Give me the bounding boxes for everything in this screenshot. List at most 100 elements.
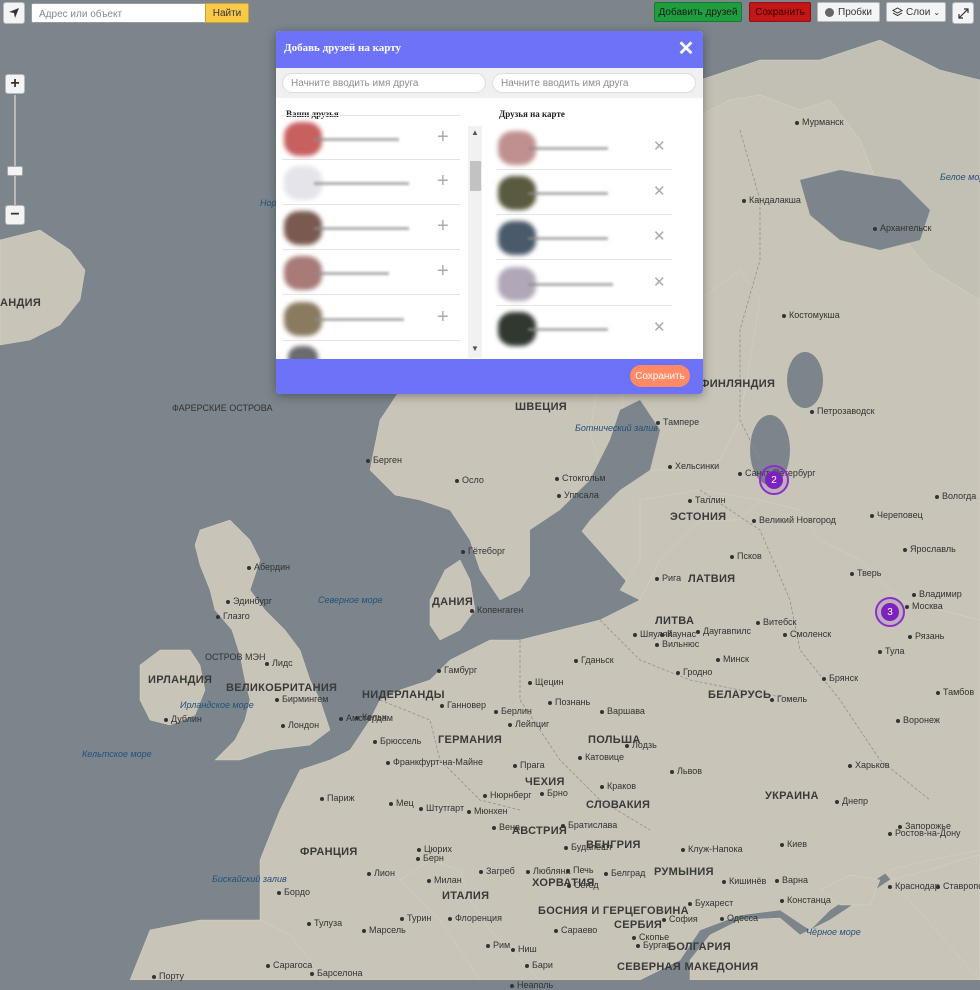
city-label: Франкфурт-на-Майне [386,757,483,767]
city-label: Лодзь [625,740,657,750]
city-label: Киев [780,839,807,849]
city-label: Уппсала [557,490,599,500]
city-label: Шяуляй [633,629,673,639]
city-label: Вена [492,822,520,832]
save-friends-button[interactable]: Сохранить [630,365,690,387]
city-label: Скопье [632,932,669,942]
friend-name-blurred [314,227,409,230]
city-label: Любляна [526,866,571,876]
sea-label: Кельтское море [82,749,152,759]
city-label: Копенгаген [470,605,523,615]
list-item: ✕ [496,215,672,260]
city-label: Москва [905,601,943,611]
address-search[interactable]: Найти [31,3,249,24]
city-label: Штутгарт [419,803,464,813]
city-label: Констанца [780,895,831,905]
city-label: Бордо [277,887,310,897]
remove-friend-button[interactable]: ✕ [653,227,666,247]
country-label: ДАНИЯ [432,596,474,608]
scroll-up-icon[interactable]: ▲ [471,128,479,137]
city-label: Неаполь [510,980,553,990]
city-label: Абердин [247,562,290,572]
city-label: Стокгольм [555,473,605,483]
zoom-in-button[interactable]: + [5,74,25,94]
add-friends-label: Добавить друзей [658,6,738,18]
add-friends-button[interactable]: Добавить друзей [654,2,742,22]
scroll-down-icon[interactable]: ▼ [471,344,479,353]
list-item: ✕ [496,306,672,351]
list-item: + [282,115,460,160]
city-label: Бари [525,960,553,970]
list-item: + [282,296,460,341]
city-label: Флоренция [448,913,502,923]
address-search-input[interactable] [32,5,204,24]
country-label: РУМЫНИЯ [654,866,714,878]
city-label: Тверь [850,568,881,578]
city-label: Брно [540,788,568,798]
city-label: Хельсинки [668,461,719,471]
city-label: Ниш [511,944,537,954]
country-label: НИДЕРЛАНДЫ [362,689,445,701]
map-friends-search-input[interactable] [492,73,696,93]
city-label: Минск [716,654,749,664]
city-label: Бухарест [688,898,733,908]
remove-friend-button[interactable]: ✕ [653,137,666,157]
friend-name-blurred [314,138,399,141]
city-label: Тамбов [936,687,974,697]
layers-button[interactable]: Слои ⌄ [886,2,946,22]
city-label: Череповец [870,510,923,520]
city-label: Ростов-на-Дону [888,828,961,838]
city-label: Мурманск [795,117,844,127]
zoom-slider-track[interactable] [14,95,16,205]
sea-label: Северное море [318,595,383,605]
city-label: Кандалакша [742,195,801,205]
city-label: Гродно [676,667,712,677]
list-item: ✕ [496,170,672,215]
zoom-out-button[interactable]: − [5,205,25,225]
add-friend-button[interactable]: + [437,127,449,147]
country-label: ГЕРМАНИЯ [438,734,503,746]
add-friend-button[interactable]: + [437,261,449,281]
find-button[interactable]: Найти [205,3,249,23]
add-friend-button[interactable]: + [437,307,449,327]
city-label: Краков [600,781,636,791]
city-label: Таллин [688,495,726,505]
country-label: ФРАНЦИЯ [300,846,358,858]
save-map-label: Сохранить [755,6,805,18]
friends-cluster-marker[interactable]: 2 [759,465,789,495]
remove-friend-button[interactable]: ✕ [653,318,666,338]
country-label: СЕРБИЯ [614,919,663,931]
zoom-slider-handle[interactable] [7,166,23,176]
country-label: УКРАИНА [765,790,819,802]
country-label: ВЕЛИКОБРИТАНИЯ [226,682,338,694]
sea-label: Бискайский залив [212,874,287,884]
sea-label: Чёрное море [806,927,861,937]
city-label: Лондон [281,720,319,730]
list-item: + [282,160,460,205]
city-label: Берн [416,853,444,863]
add-friend-button[interactable]: + [437,171,449,191]
city-label: Нюрнберг [483,790,532,800]
add-friend-button[interactable]: + [437,216,449,236]
scrollbar-thumb[interactable] [470,161,481,191]
fullscreen-button[interactable] [952,2,974,24]
city-label: Загреб [479,866,515,876]
traffic-button[interactable]: Пробки [817,2,880,22]
remove-friend-button[interactable]: ✕ [653,182,666,202]
friends-cluster-marker[interactable]: 3 [875,597,905,627]
city-label: Эдинбург [226,596,272,606]
city-label: Осло [455,475,484,485]
city-label: Ярославль [903,544,956,554]
city-label: Варшава [600,706,645,716]
remove-friend-button[interactable]: ✕ [653,273,666,293]
your-friends-search-input[interactable] [282,73,486,93]
sea-label: Белое море [940,172,980,182]
city-label: Владимир [912,589,962,599]
cluster-count: 3 [881,603,899,621]
country-label: ИРЛАНДИЯ [148,674,213,686]
close-icon[interactable]: ✕ [677,39,695,59]
country-label: ЧЕХИЯ [525,776,565,788]
city-label: Мец [389,798,414,808]
save-map-button[interactable]: Сохранить [749,2,811,22]
geolocation-button[interactable] [3,2,25,24]
